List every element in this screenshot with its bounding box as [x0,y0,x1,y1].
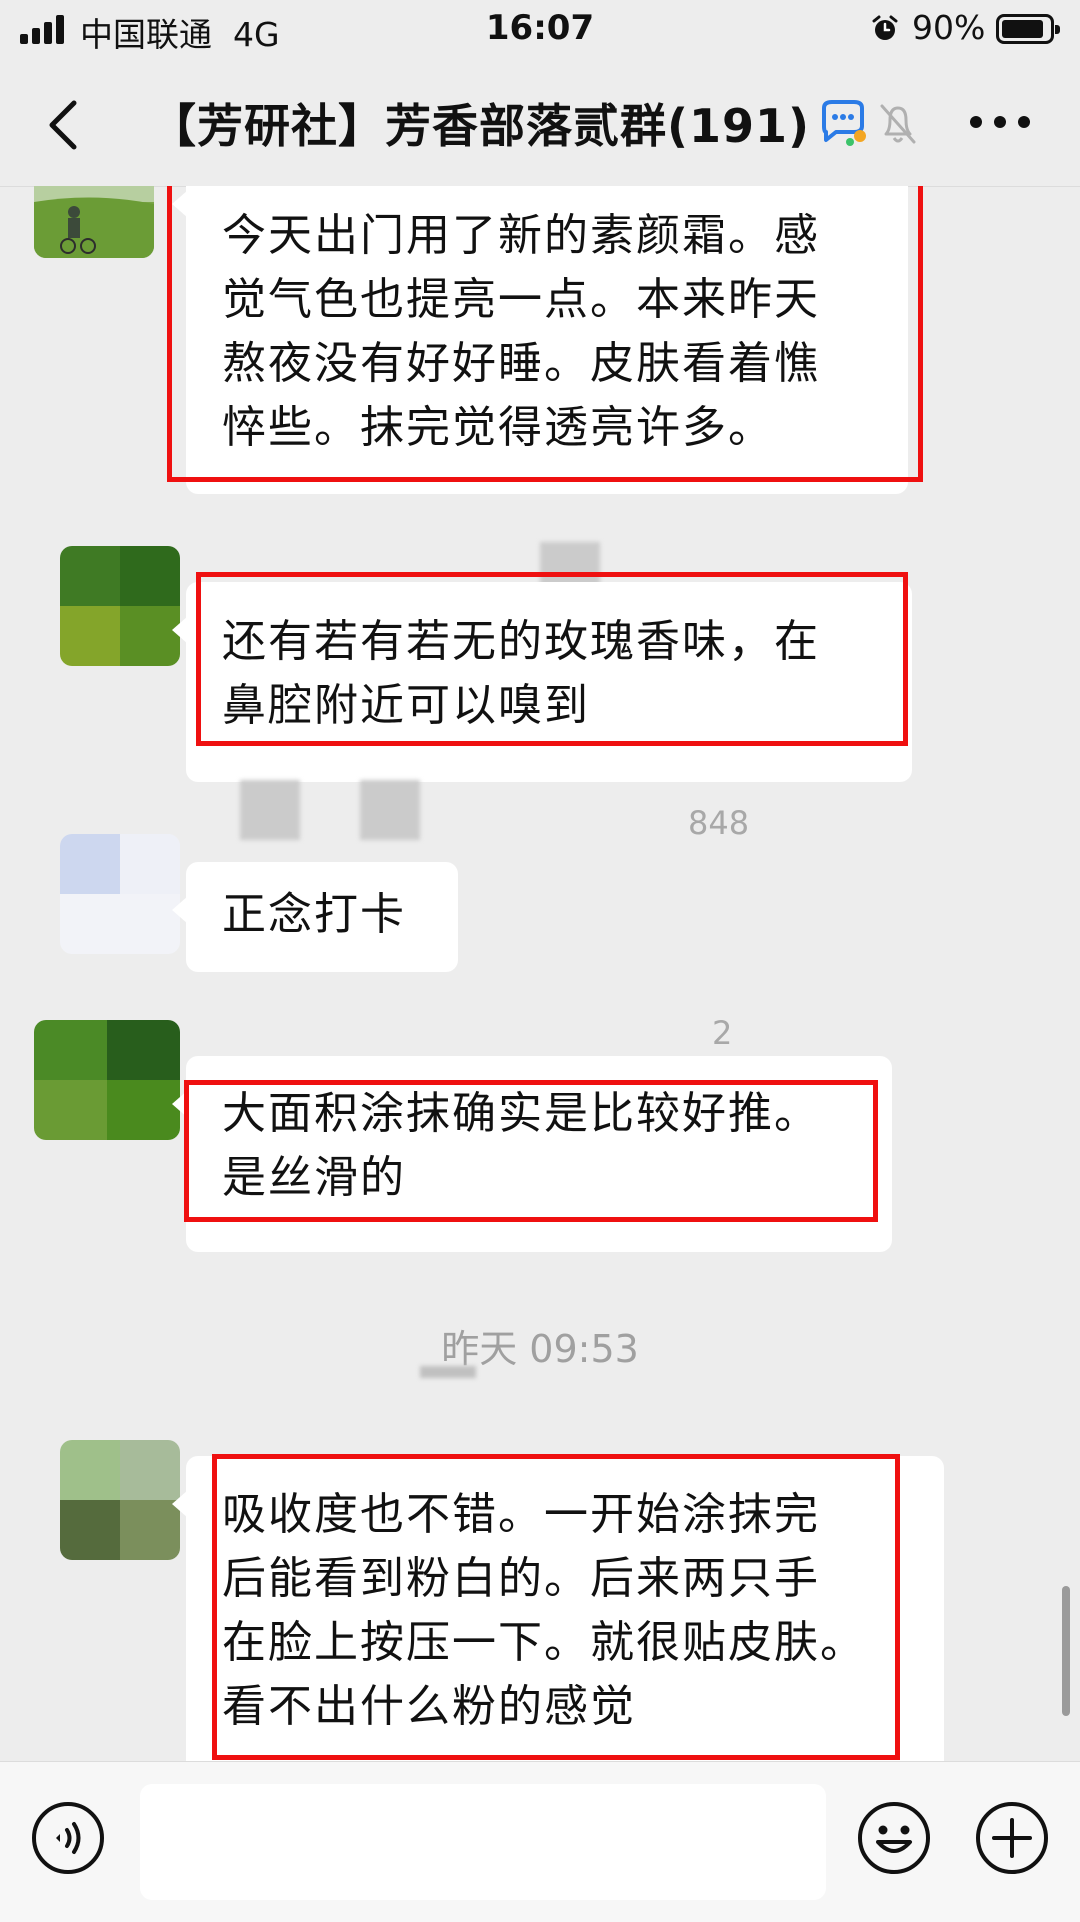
timestamp: 昨天 09:53 [441,1327,639,1371]
battery-icon [996,14,1060,44]
avatar[interactable] [34,1020,180,1140]
plus-icon[interactable] [974,1800,1050,1876]
chat-header: 【芳研社】芳香部落贰群(191) [0,62,1080,187]
status-bar: 中国联通 4G 16:07 90% [0,0,1080,62]
battery-percent: 90% [912,8,986,47]
avatar[interactable] [60,546,180,666]
emoji-icon[interactable] [856,1800,932,1876]
sender-name-redacted [240,780,300,840]
highlight-box [212,1454,900,1760]
avatar[interactable] [60,1440,180,1560]
more-dots-icon[interactable] [970,116,1030,130]
chat-title: 【芳研社】芳香部落贰群(191) [150,99,811,153]
message-input[interactable] [140,1784,826,1900]
back-chevron-icon[interactable] [40,97,90,153]
scrollbar[interactable] [1062,1586,1070,1716]
sender-name-fragment: 2 [712,1014,733,1052]
alarm-icon [872,15,898,40]
group-chat-icon[interactable] [816,98,870,150]
avatar[interactable] [60,834,180,954]
redacted-mark [420,1366,476,1378]
highlight-box [196,572,908,746]
input-bar [0,1761,1080,1922]
voice-icon[interactable] [30,1800,106,1876]
sender-name-redacted [360,780,420,840]
avatar[interactable] [34,186,154,258]
message-text: 正念打卡 [222,889,406,940]
highlight-box [184,1080,878,1222]
bell-off-icon [880,104,916,144]
highlight-box [167,186,923,482]
message-list[interactable]: 今天出门用了新的素颜霜。感 觉气色也提亮一点。本来昨天 熬夜没有好好睡。皮肤看着… [0,186,1080,1761]
sender-name-fragment: 848 [688,804,750,842]
